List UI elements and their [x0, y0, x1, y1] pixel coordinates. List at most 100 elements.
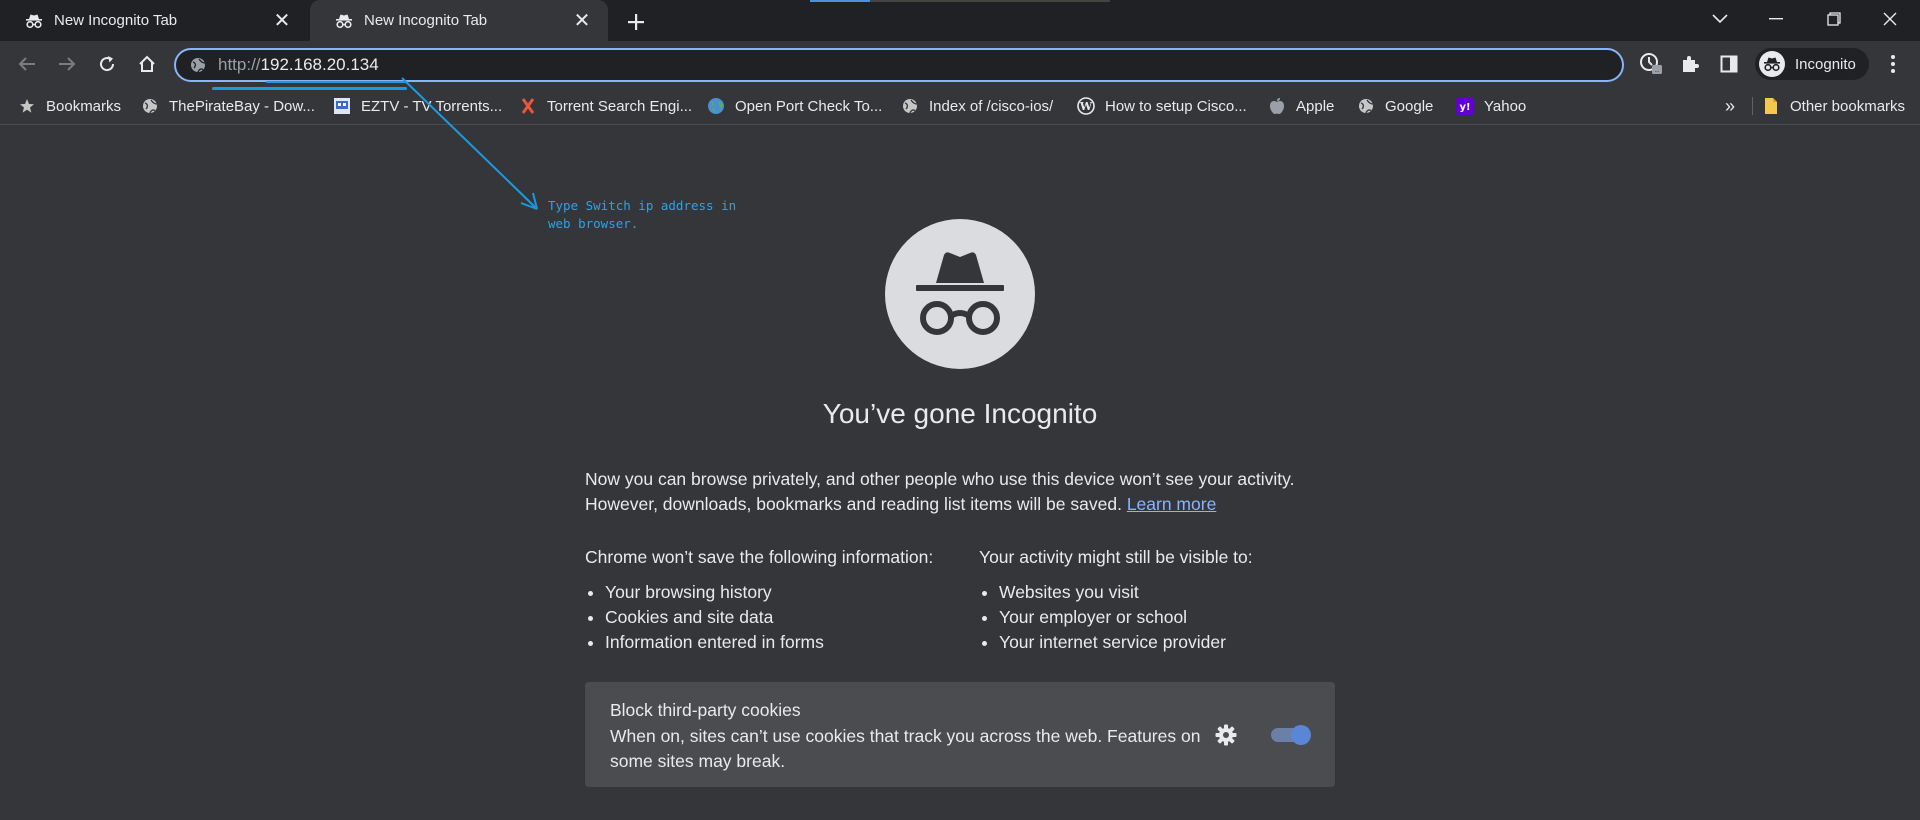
- new-tab-button[interactable]: [622, 8, 650, 36]
- kebab-menu-icon[interactable]: [1880, 51, 1906, 77]
- cookie-card-description: When on, sites can’t use cookies that tr…: [610, 724, 1210, 774]
- list-item: Information entered in forms: [605, 630, 933, 655]
- extensions-puzzle-icon[interactable]: [1677, 51, 1703, 77]
- bookmark-item[interactable]: Apple: [1268, 95, 1334, 117]
- bookmark-item[interactable]: y! Yahoo: [1456, 95, 1526, 117]
- minimize-button[interactable]: [1748, 0, 1804, 38]
- url-host: 192.168.20.134: [260, 55, 379, 74]
- intro-line: Now you can browse privately, and other …: [585, 469, 1295, 489]
- block-cookies-toggle[interactable]: [1271, 725, 1311, 745]
- restore-button[interactable]: [1806, 0, 1862, 38]
- bookmark-label: Bookmarks: [46, 97, 122, 115]
- tab-search-indicator: [810, 0, 1110, 2]
- side-panel-icon[interactable]: [1716, 51, 1742, 77]
- bookmark-label: ThePirateBay - Dow...: [169, 97, 315, 115]
- annotation-note: Type Switch ip address in web browser.: [548, 197, 736, 233]
- close-window-button[interactable]: [1862, 0, 1918, 38]
- bookmark-label: Yahoo: [1484, 97, 1527, 115]
- cookie-card-title: Block third-party cookies: [610, 700, 801, 720]
- bookmark-item[interactable]: Bookmarks: [18, 95, 121, 117]
- home-button[interactable]: [132, 49, 162, 79]
- learn-more-link[interactable]: Learn more: [1127, 494, 1217, 514]
- globe-icon: [901, 97, 919, 115]
- gear-icon[interactable]: [1213, 722, 1239, 748]
- annotation-line: web browser.: [548, 216, 639, 231]
- bookmark-label: Torrent Search Engi...: [547, 97, 693, 115]
- close-icon[interactable]: ✕: [270, 9, 294, 33]
- cookie-card-line: When on, sites can’t use cookies that tr…: [610, 726, 1201, 746]
- still-visible-heading: Your activity might still be visible to:: [979, 547, 1253, 567]
- bookmark-label: Open Port Check To...: [735, 97, 883, 115]
- intro-line-2: However, downloads, bookmarks and readin…: [585, 492, 1345, 517]
- url-scheme: http://: [218, 55, 261, 74]
- not-saved-column: Chrome won’t save the following informat…: [585, 547, 933, 655]
- folder-icon: [1762, 97, 1780, 115]
- globe-icon: [1357, 97, 1375, 115]
- svg-text:..: ..: [1655, 66, 1659, 74]
- svg-text:y!: y!: [1459, 102, 1470, 113]
- bookmark-item[interactable]: W How to setup Cisco...: [1077, 95, 1247, 117]
- tab-inactive[interactable]: New Incognito Tab ✕: [0, 0, 308, 41]
- tab-search-chevron-icon[interactable]: [1692, 0, 1748, 38]
- close-icon[interactable]: ✕: [570, 9, 594, 33]
- x-logo-icon: [519, 97, 537, 115]
- bookmark-item[interactable]: EZTV - TV Torrents...: [333, 95, 502, 117]
- back-button[interactable]: [12, 49, 42, 79]
- globe-icon: [141, 97, 159, 115]
- globe-icon[interactable]: [188, 55, 208, 75]
- tab-strip: New Incognito Tab ✕ New Incognito Tab ✕: [0, 0, 1920, 41]
- bookmark-label: How to setup Cisco...: [1105, 97, 1247, 115]
- toggle-knob: [1291, 725, 1311, 745]
- bookmark-item[interactable]: Index of /cisco-ios/: [901, 95, 1053, 117]
- annotation-underline: [266, 81, 406, 83]
- page-title: You’ve gone Incognito: [822, 398, 1098, 429]
- cookie-card-line: some sites may break.: [610, 751, 786, 771]
- intro-paragraph: Now you can browse privately, and other …: [585, 467, 1345, 517]
- incognito-icon: [334, 11, 354, 31]
- annotation-line: Type Switch ip address in: [548, 198, 737, 213]
- intro-line: However, downloads, bookmarks and readin…: [585, 494, 1122, 514]
- earth-icon: [707, 97, 725, 115]
- wordpress-icon: W: [1077, 97, 1095, 115]
- incognito-icon: [24, 11, 44, 31]
- reload-button[interactable]: [92, 49, 122, 79]
- list-item: Websites you visit: [999, 580, 1253, 605]
- eztv-icon: [333, 97, 351, 115]
- bookmarks-divider: [1752, 97, 1753, 115]
- still-visible-list: Websites you visit Your employer or scho…: [979, 580, 1253, 655]
- bookmark-item[interactable]: Google: [1357, 95, 1433, 117]
- bookmark-label: EZTV - TV Torrents...: [361, 97, 503, 115]
- bookmark-item[interactable]: Torrent Search Engi...: [519, 95, 692, 117]
- star-icon: [18, 97, 36, 115]
- tab-active[interactable]: New Incognito Tab ✕: [310, 0, 608, 41]
- svg-text:W: W: [1079, 100, 1093, 113]
- annotation-underline: [212, 87, 407, 90]
- profile-label: Incognito: [1795, 55, 1856, 73]
- list-item: Your employer or school: [999, 605, 1253, 630]
- bookmark-label: Index of /cisco-ios/: [929, 97, 1054, 115]
- list-item: Your internet service provider: [999, 630, 1253, 655]
- still-visible-column: Your activity might still be visible to:…: [979, 547, 1253, 655]
- yahoo-icon: y!: [1456, 97, 1474, 115]
- bookmarks-bar: Bookmarks ThePirateBay - Dow... EZTV - T…: [0, 87, 1920, 125]
- bookmarks-overflow-button[interactable]: »: [1718, 95, 1742, 117]
- bookmark-item[interactable]: Open Port Check To...: [707, 95, 882, 117]
- other-bookmarks-button[interactable]: Other bookmarks: [1762, 95, 1905, 117]
- forward-button[interactable]: [52, 49, 82, 79]
- list-item: Cookies and site data: [605, 605, 933, 630]
- bookmark-label: Google: [1385, 97, 1434, 115]
- bookmark-label: Other bookmarks: [1790, 97, 1906, 115]
- apple-icon: [1268, 97, 1286, 115]
- third-party-cookies-card: Block third-party cookies When on, sites…: [585, 682, 1335, 787]
- tab-title: New Incognito Tab: [364, 12, 488, 29]
- url-text: http://192.168.20.134: [218, 55, 379, 75]
- profile-chip[interactable]: Incognito: [1755, 48, 1869, 80]
- incognito-icon: [1759, 51, 1785, 77]
- not-saved-heading: Chrome won’t save the following informat…: [585, 547, 934, 567]
- incognito-logo-icon: [885, 219, 1035, 369]
- extension-status-icon[interactable]: ..: [1638, 51, 1664, 77]
- bookmark-label: Apple: [1296, 97, 1335, 115]
- bookmark-item[interactable]: ThePirateBay - Dow...: [141, 95, 315, 117]
- tab-title: New Incognito Tab: [54, 12, 178, 29]
- address-bar[interactable]: http://192.168.20.134: [174, 48, 1624, 82]
